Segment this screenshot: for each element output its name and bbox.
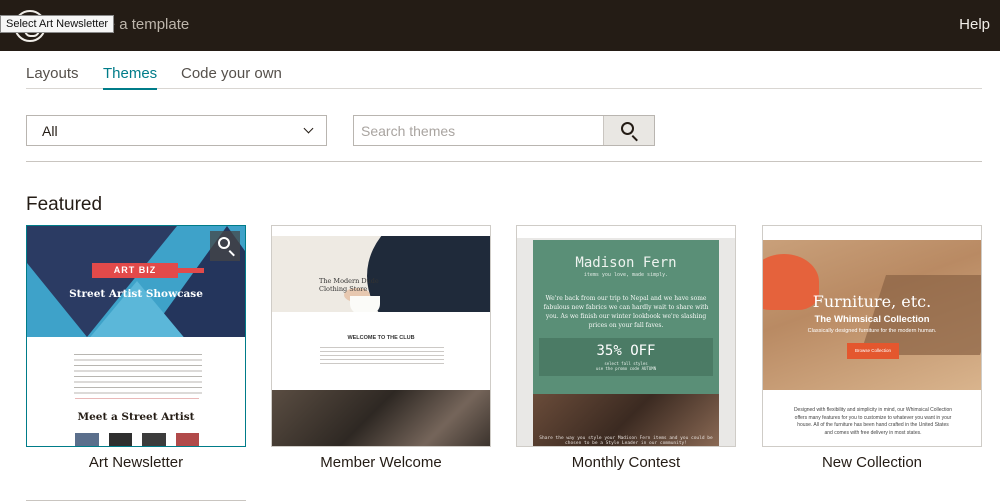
preview-body-text (74, 354, 202, 396)
preview-header-strip (517, 226, 735, 238)
preview-title: Madison Fern (575, 255, 677, 271)
preview-photo: Share the way you style your Madison Fer… (533, 394, 719, 446)
theme-name[interactable]: Art Newsletter (26, 454, 246, 471)
preview-green-panel: Madison Fern items you love, made simply… (533, 240, 719, 394)
preview-hero-title: Street Artist Showcase (69, 288, 203, 300)
theme-card-member-welcome[interactable]: The Modern Dude Clothing Store WELCOME T… (271, 225, 491, 447)
preview-header-strip (763, 226, 981, 240)
search-box (353, 115, 655, 146)
search-button[interactable] (603, 116, 654, 145)
theme-card-art-newsletter[interactable]: ART BIZ Street Artist Showcase Meet a St… (26, 225, 246, 447)
divider (26, 161, 982, 162)
template-tabs: Layouts Themes Code your own (26, 51, 982, 90)
help-link[interactable]: Help (959, 16, 990, 33)
art-biz-logo: ART BIZ (92, 263, 204, 278)
preview-collection-title: The Whimsical Collection (814, 314, 930, 325)
hero-image: The Modern Dude Clothing Store (272, 236, 490, 312)
theme-card-monthly-contest[interactable]: Madison Fern items you love, made simply… (516, 225, 736, 447)
preview-heading: WELCOME TO THE CLUB (347, 335, 415, 341)
category-select-value: All (42, 123, 58, 139)
hero-image: Furniture, etc. The Whimsical Collection… (763, 240, 981, 390)
chevron-down-icon (303, 123, 314, 134)
preview-subline: Classically designed furniture for the m… (807, 328, 937, 334)
theme-name[interactable]: New Collection (762, 454, 982, 471)
theme-card-new-collection[interactable]: Furniture, etc. The Whimsical Collection… (762, 225, 982, 447)
preview-subheading: Meet a Street Artist (77, 411, 195, 423)
tab-themes[interactable]: Themes (103, 65, 158, 90)
search-icon (218, 237, 230, 249)
preview-photo (272, 390, 490, 446)
preview-zoom-button[interactable] (210, 231, 240, 261)
preview-body-text (320, 347, 444, 365)
tab-code-your-own[interactable]: Code your own (181, 65, 282, 88)
theme-name[interactable]: Monthly Contest (516, 454, 736, 471)
preview-brand: The Modern Dude Clothing Store (319, 277, 379, 293)
preview-body-text: We're back from our trip to Nepal and we… (543, 295, 709, 329)
preview-thumbnails (75, 433, 199, 446)
preview-headline: Furniture, etc. (812, 292, 932, 311)
search-icon (621, 122, 634, 135)
preview-offer-line-2: use the promo code AUTUMN (595, 366, 657, 371)
category-select[interactable]: All (26, 115, 327, 146)
tooltip: Select Art Newsletter (0, 15, 115, 33)
section-title: Featured (26, 194, 103, 215)
divider (26, 500, 246, 501)
top-bar: Create a template Help Select Art Newsle… (0, 0, 1000, 51)
tab-layouts[interactable]: Layouts (26, 65, 79, 88)
search-input[interactable] (354, 116, 604, 145)
preview-offer-box: 35% OFF select fall styles use the promo… (539, 338, 713, 376)
preview-tagline: items you love, made simply. (583, 272, 669, 278)
preview-browse-button: Browse Collection (847, 343, 899, 359)
preview-header-strip (272, 226, 490, 236)
preview-offer: 35% OFF (596, 343, 656, 359)
preview-caption: Share the way you style your Madison Fer… (539, 436, 713, 446)
theme-name[interactable]: Member Welcome (271, 454, 491, 471)
preview-body-text: Designed with flexibility and simplicity… (793, 407, 953, 436)
divider (75, 398, 199, 399)
